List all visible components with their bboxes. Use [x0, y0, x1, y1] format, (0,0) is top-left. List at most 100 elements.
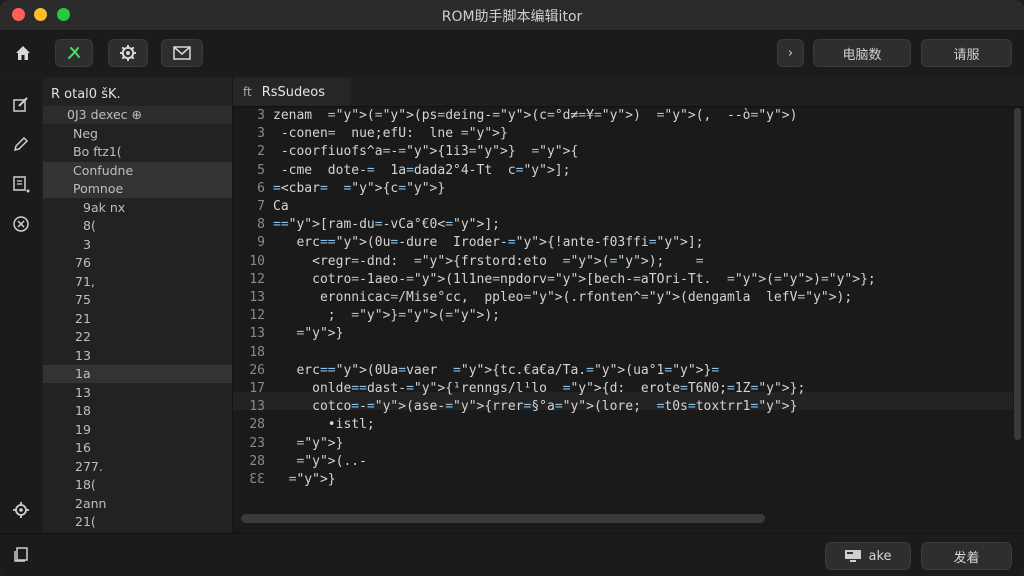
bottom-action-1-label: ake [868, 548, 892, 564]
mail-icon [173, 46, 191, 60]
code-line[interactable]: zenam ="y">(="y">(ps=deing-="y">(c=°d≠=¥… [273, 107, 797, 125]
line-number: 7 [257, 199, 265, 214]
code-line[interactable]: erc=="y">(0Ua=vaer ="y">{tc.€a€a/Ta.="y"… [273, 362, 719, 380]
line-number: 8 [257, 217, 265, 233]
bottom-bar: ake 发着 [0, 533, 1024, 576]
sidebar-item[interactable]: 2ann [43, 495, 232, 513]
toolbar-action-1-label: 电脑数 [842, 47, 882, 63]
sidebar-item[interactable]: 9ak nx [43, 199, 232, 217]
activity-debug[interactable] [9, 212, 33, 236]
target-icon [13, 216, 29, 232]
toolbar-action-2-button[interactable]: 请服 [921, 39, 1012, 67]
sidebar-item[interactable]: 75 [43, 291, 232, 309]
code-line[interactable]: =<cbar= ="y">{c="y">} [273, 180, 445, 198]
code-line[interactable]: ="y">} [273, 435, 343, 453]
sidebar-item[interactable]: 76 [43, 254, 232, 272]
sidebar-item[interactable]: 8( [43, 217, 232, 235]
sidebar-item[interactable]: 19 [43, 421, 232, 439]
line-number: 9 [257, 235, 265, 251]
bottom-action-2-label: 发着 [953, 550, 980, 566]
tab-bar: ft RsSudeos [233, 78, 1024, 107]
line-number: 13 [249, 399, 265, 415]
line-number: 23 [249, 435, 265, 451]
toolbar: › 电脑数 请服 [0, 31, 1024, 77]
line-number: 10 [249, 253, 265, 269]
editor: ft RsSudeos 3 zenam ="y">(="y">(ps=deing-… [233, 78, 1024, 533]
sidebar-item[interactable]: 16 [43, 439, 232, 457]
code-line[interactable]: ; ="y">}="y">(="y">); [273, 307, 500, 325]
sidebar-item[interactable]: 13 [43, 384, 232, 402]
code-line[interactable]: =="y">[ram-du=-vCa°€0<="y">]; [273, 216, 500, 234]
chevron-right-icon: › [787, 45, 794, 61]
sidebar-item[interactable]: Bo ftz1( [43, 143, 232, 161]
code-line[interactable]: <regr=-dnd: ="y">{frstord:eto ="y">(="y"… [273, 253, 703, 271]
line-number: 3 [257, 126, 265, 142]
files-icon [13, 176, 30, 193]
activity-edit[interactable] [9, 92, 33, 116]
line-number: 17 [249, 381, 265, 396]
line-number: 28 [249, 417, 265, 433]
run-script-button[interactable] [55, 39, 93, 67]
sidebar-item[interactable]: Pomnoe [43, 180, 232, 198]
horizontal-scrollbar[interactable] [241, 514, 765, 523]
expand-button[interactable]: › [777, 39, 804, 67]
activity-settings[interactable] [9, 498, 33, 522]
activity-bar [0, 78, 42, 533]
line-number: 2 [257, 144, 265, 160]
layout-button[interactable] [10, 542, 34, 566]
sidebar-item[interactable]: 18 [43, 402, 232, 420]
code-line[interactable]: cotro=-1aeo-="y">(1l1ne=npdorv="y">[bech… [273, 271, 876, 289]
activity-pen[interactable] [9, 132, 33, 156]
vertical-scrollbar[interactable] [1014, 108, 1021, 440]
code-line[interactable]: -conen= nue;efU: lne ="y">} [273, 125, 508, 143]
sidebar-item[interactable]: 21 [43, 310, 232, 328]
code-line[interactable]: ="y">(..- [273, 453, 366, 471]
code-line[interactable]: ="y">} [273, 325, 343, 343]
code-line[interactable]: eronnicac=/Mise°cc, ppleo="y">(.rfonten^… [273, 289, 852, 307]
sidebar: R otal0 šK. 0J3 dexec ⊕ Neg Bo ftz1(Confud… [43, 78, 233, 533]
sidebar-item[interactable]: 71, [43, 273, 232, 291]
gear-icon [120, 45, 136, 61]
code-area[interactable]: 3 zenam ="y">(="y">(ps=deing-="y">(c=°d≠=… [233, 106, 1013, 511]
settings-button[interactable] [108, 39, 148, 67]
message-button[interactable] [161, 39, 203, 67]
sidebar-item[interactable]: 18( [43, 476, 232, 494]
sidebar-item[interactable]: 3 [43, 236, 232, 254]
sidebar-item[interactable]: 0J3 dexec ⊕ [43, 106, 232, 124]
title-bar: ROM助手脚本编辑itor [0, 0, 1024, 31]
code-line[interactable]: cotco=-="y">(ase-="y">{rrer=§°a="y">(lor… [273, 398, 797, 416]
code-line[interactable]: •istl; [273, 416, 375, 434]
code-line[interactable]: onlde==dast-="y">{¹renngs/l¹lo ="y">{d: … [273, 380, 805, 398]
tab-active[interactable]: ft RsSudeos [233, 78, 351, 106]
home-icon [16, 46, 30, 60]
tab-label: RsSudeos [261, 84, 325, 100]
sidebar-item[interactable]: 22 [43, 328, 232, 346]
sidebar-item[interactable]: Neg [43, 125, 232, 143]
code-line[interactable]: ="y">} [273, 471, 336, 489]
sidebar-header: R otal0 šK. [51, 87, 121, 102]
line-number: 13 [249, 326, 265, 342]
sidebar-item[interactable]: 1a [43, 365, 232, 383]
bottom-action-1-button[interactable]: ake [825, 542, 911, 570]
activity-files[interactable] [9, 172, 33, 196]
pen-icon [13, 136, 29, 152]
gear-icon [13, 502, 29, 518]
code-line[interactable]: -coorfiuofs^a=-="y">{1i3="y">} ="y">{ [273, 143, 578, 161]
line-number: 12 [249, 308, 265, 324]
bottom-action-2-button[interactable]: 发着 [921, 542, 1012, 570]
home-button[interactable] [6, 39, 40, 67]
sidebar-item[interactable]: 21( [43, 513, 232, 531]
toolbar-action-1-button[interactable]: 电脑数 [813, 39, 911, 67]
layers-icon [14, 547, 28, 562]
line-number: 28 [249, 453, 265, 469]
code-line[interactable]: -cme dote-= 1a=dada2°4-Tt c="y">]; [273, 162, 571, 180]
line-number: 6 [257, 180, 265, 196]
sidebar-item[interactable]: 277. [43, 458, 232, 476]
sidebar-item[interactable]: Confudne [43, 161, 232, 180]
code-line[interactable]: erc=="y">(0u=-dure Iroder-="y">{!ante-f0… [273, 234, 703, 252]
edit-icon [13, 97, 28, 112]
run-icon [68, 47, 80, 59]
window-title: ROM助手脚本编辑itor [441, 9, 583, 25]
sidebar-item[interactable]: 13 [43, 347, 232, 365]
code-line[interactable]: Ca [273, 198, 289, 216]
